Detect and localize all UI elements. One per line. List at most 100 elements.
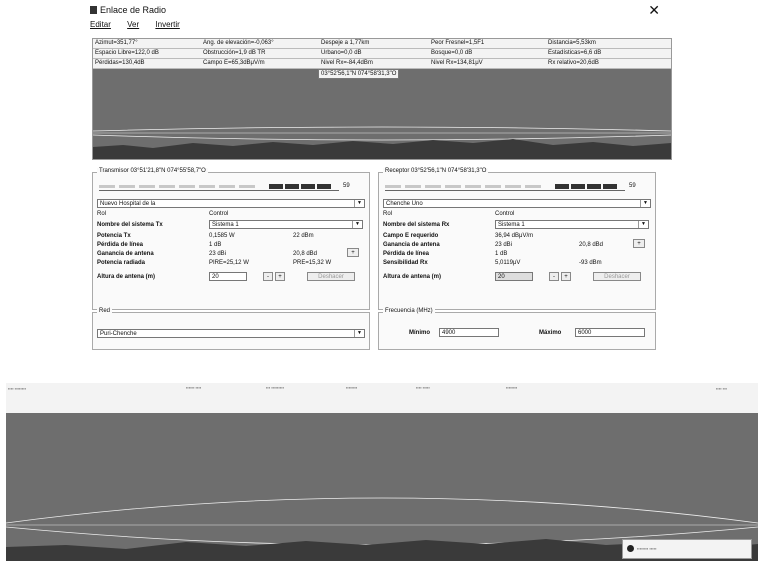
- receiver-slider-value: 59: [629, 183, 636, 189]
- network-value: Puri-Chenche: [100, 331, 137, 337]
- tx-pre: PRE=15,32 W: [293, 260, 332, 266]
- tx-undo-button[interactable]: Deshacer: [307, 272, 355, 281]
- frequency-panel: Frecuencia (MHz) Mínimo 4900 Máximo 6000: [378, 308, 656, 350]
- chevron-down-icon[interactable]: ▼: [640, 200, 650, 207]
- rx-height-increase[interactable]: +: [561, 272, 571, 281]
- rx-sens-dbm: -93 dBm: [579, 260, 602, 266]
- chevron-down-icon[interactable]: ▼: [354, 330, 364, 337]
- info-rx-relative: Rx relativo=20,6dB: [548, 60, 599, 66]
- frequency-legend: Frecuencia (MHz): [383, 308, 435, 314]
- chevron-down-icon[interactable]: ▼: [352, 221, 362, 228]
- receiver-legend: Receptor 03°52'56,1"N 074°58'31,3"O: [383, 168, 489, 174]
- tx-power-w: 0,1585 W: [209, 233, 235, 239]
- rx-gain-label: Ganancia de antena: [383, 242, 440, 248]
- radio-link-window: Enlace de Radio ✕ Editar Ver Invertir Az…: [86, 0, 672, 380]
- info-clearance: Despeje a 1,77km: [321, 40, 370, 46]
- info-rx-level-dbm: Nivel Rx=-84,4dBm: [321, 60, 373, 66]
- notification-toast[interactable]: ▪▪▪▪▪▪▪▪ ▪▪▪▪▪: [622, 539, 752, 559]
- close-icon[interactable]: ✕: [648, 2, 660, 19]
- slider-thumb[interactable]: [269, 184, 283, 189]
- rx-gain-stepper[interactable]: +: [633, 239, 645, 248]
- slider-thumb[interactable]: [555, 184, 569, 189]
- tx-height-label: Altura de antena (m): [97, 274, 156, 280]
- tx-loss-value: 1 dB: [209, 242, 222, 248]
- rx-height-input[interactable]: 20: [495, 272, 533, 281]
- network-panel: Red Puri-Chenche ▼: [92, 308, 370, 350]
- terrain-profile: [93, 126, 671, 159]
- info-losses: Pérdidas=130,4dB: [95, 60, 145, 66]
- app-icon: [90, 6, 97, 14]
- tx-gain-dbi: 23 dBi: [209, 251, 227, 257]
- tx-power-label: Potencia Tx: [97, 233, 131, 239]
- rx-field-label: Campo E requerido: [383, 233, 439, 239]
- menu-invertir[interactable]: Invertir: [155, 20, 179, 29]
- freq-min-label: Mínimo: [409, 330, 430, 336]
- tx-gain-stepper[interactable]: +: [347, 248, 359, 257]
- rx-height-decrease[interactable]: -: [549, 272, 559, 281]
- tx-height-decrease[interactable]: -: [263, 272, 273, 281]
- rx-undo-button[interactable]: Deshacer: [593, 272, 641, 281]
- notification-icon: [627, 545, 634, 552]
- cursor-coordinates: 03°52'56,1"N 074°58'31,3"O: [318, 69, 400, 79]
- info-row: Espacio Libre=122,0 dB Obstrucción=1,9 d…: [93, 49, 671, 59]
- tx-height-input[interactable]: 20: [209, 272, 247, 281]
- transmitter-site-select[interactable]: Nuevo Hospital de la ▼: [97, 199, 365, 208]
- transmitter-slider[interactable]: [99, 183, 339, 191]
- tx-height-increase[interactable]: +: [275, 272, 285, 281]
- background-profile-view: ▪▪▪▪ ▪▪▪▪▪▪▪▪ ▪▪▪▪▪▪ ▪▪▪▪ ▪▪▪ ▪▪▪▪▪▪▪▪▪ …: [6, 383, 758, 561]
- fresnel-lower-line: [93, 134, 671, 141]
- tx-loss-label: Pérdida de línea: [97, 242, 144, 248]
- info-free-space: Espacio Libre=122,0 dB: [95, 50, 159, 56]
- tx-radiated-label: Potencia radiada: [97, 260, 146, 266]
- transmitter-slider-value: 59: [343, 183, 350, 189]
- freq-max-input[interactable]: 6000: [575, 328, 645, 337]
- info-statistics: Estadísticas=6,6 dB: [548, 50, 602, 56]
- rx-rol-value: Control: [495, 211, 515, 217]
- rx-gain-dbi: 23 dBi: [495, 242, 513, 248]
- freq-max-label: Máximo: [539, 330, 562, 336]
- rx-gain-dbd: 20,8 dBd: [579, 242, 604, 248]
- tx-system-label: Nombre del sistema Tx: [97, 222, 163, 228]
- rx-system-value: Sistema 1: [498, 222, 525, 228]
- window-title: Enlace de Radio: [100, 5, 167, 15]
- tx-system-select[interactable]: Sistema 1 ▼: [209, 220, 363, 229]
- network-legend: Red: [97, 308, 113, 314]
- title-bar: Enlace de Radio ✕: [86, 2, 672, 19]
- tx-gain-dbd: 20,8 dBd: [293, 251, 318, 257]
- fresnel-upper-line: [6, 497, 758, 524]
- receiver-slider[interactable]: [385, 183, 625, 191]
- receiver-site-value: Chenche Uno: [386, 201, 423, 207]
- rx-system-select[interactable]: Sistema 1 ▼: [495, 220, 649, 229]
- info-distance: Distancia=5,53km: [548, 40, 596, 46]
- menu-bar: Editar Ver Invertir: [86, 20, 190, 32]
- rx-loss-label: Pérdida de línea: [383, 251, 430, 257]
- fresnel-upper-line: [93, 126, 671, 132]
- info-efield: Campo E=65,3dBμV/m: [203, 60, 265, 66]
- freq-min-input[interactable]: 4900: [439, 328, 499, 337]
- tx-power-dbm: 22 dBm: [293, 233, 314, 239]
- chevron-down-icon[interactable]: ▼: [638, 221, 648, 228]
- rx-loss-value: 1 dB: [495, 251, 508, 257]
- info-row: Pérdidas=130,4dB Campo E=65,3dBμV/m Nive…: [93, 59, 671, 69]
- transmitter-legend: Transmisor 03°51'21,8"N 074°55'58,7"O: [97, 168, 208, 174]
- rx-rol-label: Rol: [383, 211, 393, 217]
- info-urban: Urbano=0,0 dB: [321, 50, 362, 56]
- transmitter-site-value: Nuevo Hospital de la: [100, 201, 156, 207]
- receiver-panel: Receptor 03°52'56,1"N 074°58'31,3"O 59 C…: [378, 168, 656, 310]
- tx-rol-value: Control: [209, 211, 229, 217]
- info-row: Azimut=351,77° Ang. de elevación=-0,063°…: [93, 39, 671, 49]
- menu-editar[interactable]: Editar: [90, 20, 111, 29]
- rx-sens-label: Sensibilidad Rx: [383, 260, 428, 266]
- rx-sens-uv: 5,0119μV: [495, 260, 521, 266]
- chevron-down-icon[interactable]: ▼: [354, 200, 364, 207]
- info-obstruction: Obstrucción=1,9 dB TR: [203, 50, 266, 56]
- transmitter-panel: Transmisor 03°51'21,8"N 074°55'58,7"O 59…: [92, 168, 370, 310]
- network-select[interactable]: Puri-Chenche ▼: [97, 329, 365, 338]
- receiver-site-select[interactable]: Chenche Uno ▼: [383, 199, 651, 208]
- info-forest: Bosque=0,0 dB: [431, 50, 473, 56]
- menu-ver[interactable]: Ver: [127, 20, 139, 29]
- rx-system-label: Nombre del sistema Rx: [383, 222, 450, 228]
- info-azimut: Azimut=351,77°: [95, 40, 138, 46]
- info-rx-level-uv: Nivel Rx=134,81μV: [431, 60, 483, 66]
- link-profile-view: Azimut=351,77° Ang. de elevación=-0,063°…: [92, 38, 672, 160]
